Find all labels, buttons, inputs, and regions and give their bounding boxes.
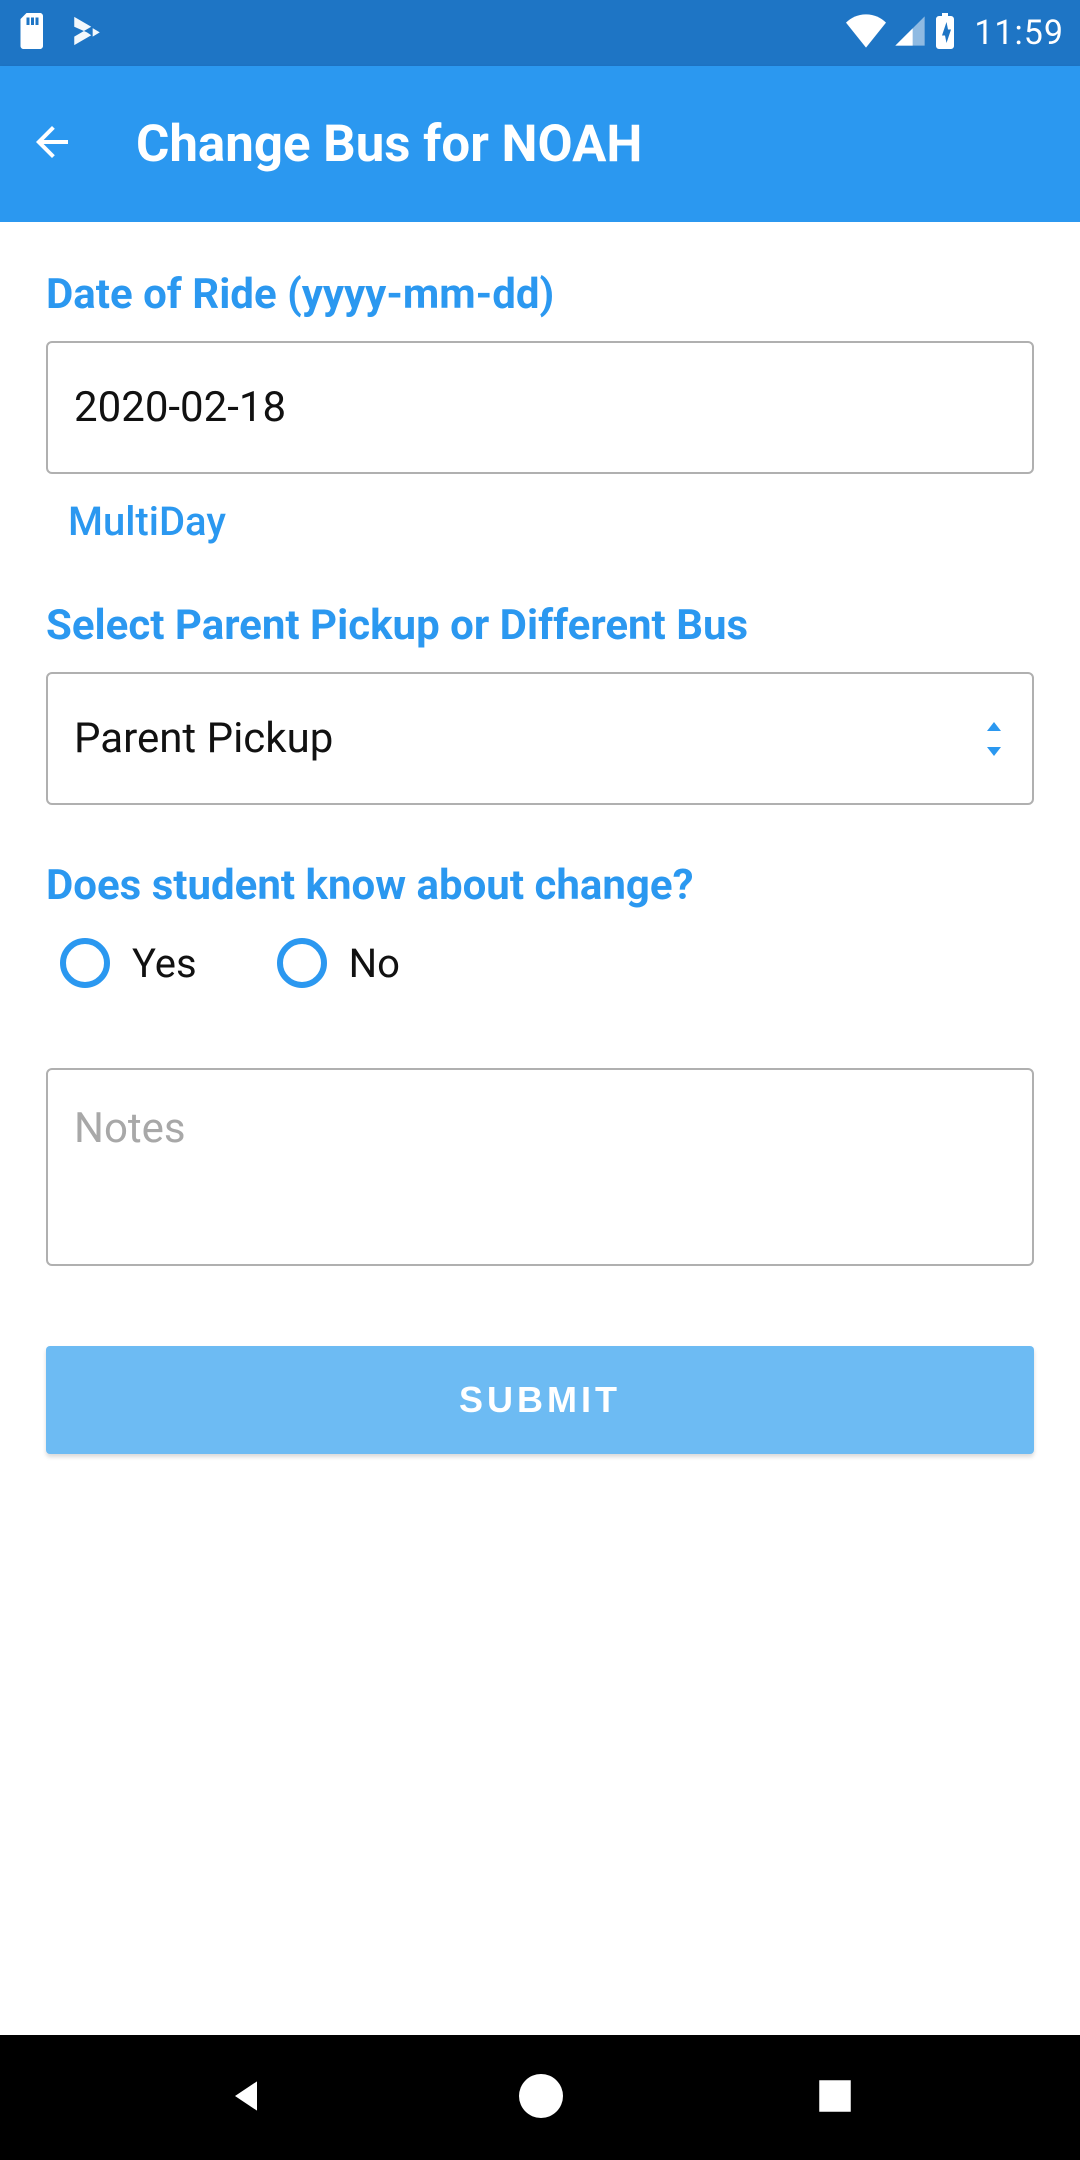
back-icon[interactable] [28,118,76,170]
knows-label: Does student know about change? [46,861,1034,910]
radio-no-label: No [349,940,400,987]
radio-group: Yes No [46,938,1034,988]
date-label: Date of Ride (yyyy-mm-dd) [46,270,1034,319]
nav-home-icon[interactable] [517,2072,565,2124]
select-label: Select Parent Pickup or Different Bus [46,601,1034,650]
radio-circle-icon [60,938,110,988]
nav-recent-icon[interactable] [814,2075,856,2121]
sdcard-icon [16,13,46,53]
radio-yes-label: Yes [132,940,197,987]
radio-no[interactable]: No [277,938,400,988]
cell-signal-icon [894,15,926,51]
form-content: Date of Ride (yyyy-mm-dd) MultiDay Selec… [0,222,1080,1454]
page-title: Change Bus for NOAH [136,115,642,174]
multiday-link[interactable]: MultiDay [68,498,226,545]
app-bar: Change Bus for NOAH [0,66,1080,222]
radio-circle-icon [277,938,327,988]
date-input[interactable] [46,341,1034,474]
pickup-select[interactable]: Parent Pickup [46,672,1034,805]
status-time: 11:59 [974,13,1064,53]
pickup-select-value: Parent Pickup [74,714,333,763]
battery-charging-icon [934,13,956,53]
submit-button[interactable]: SUBMIT [46,1346,1034,1454]
android-nav-bar [0,2035,1080,2160]
status-bar: 11:59 [0,0,1080,66]
wifi-icon [846,14,886,52]
play-store-icon [70,13,104,53]
notes-input[interactable] [46,1068,1034,1266]
nav-back-icon[interactable] [224,2071,268,2125]
unfold-icon [982,722,1006,756]
radio-yes[interactable]: Yes [60,938,197,988]
